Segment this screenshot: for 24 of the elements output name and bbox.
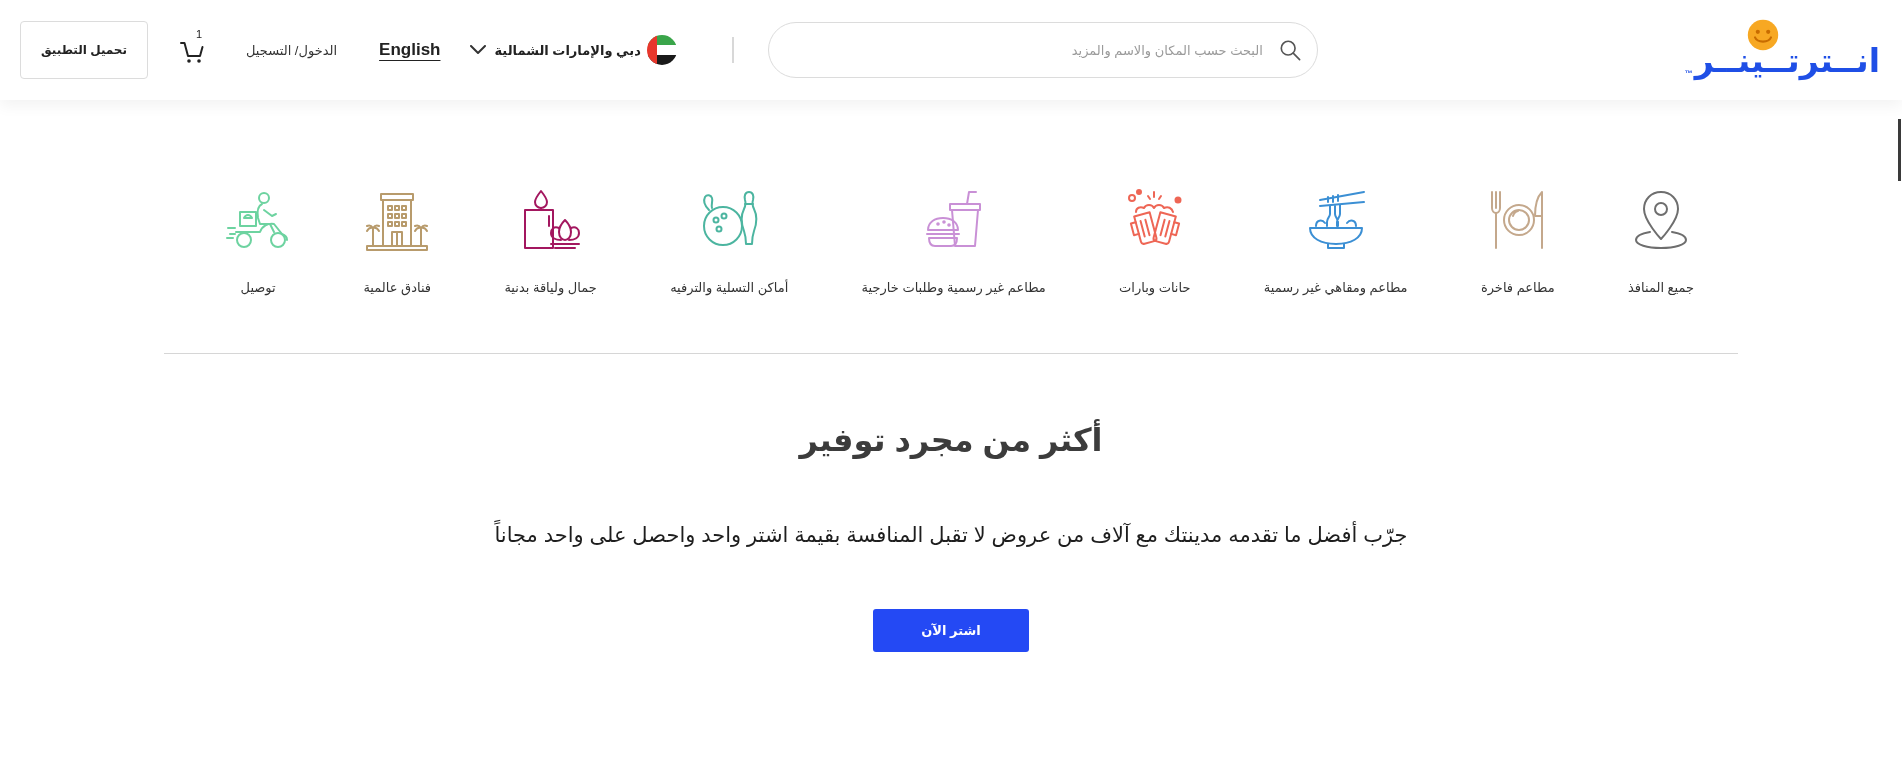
hero-title: أكثر من مجرد توفير xyxy=(799,420,1103,460)
category-link[interactable]: جمال ولياقة بدنية xyxy=(504,188,597,296)
brand-logo[interactable]: انــترتــينــر™ xyxy=(1684,19,1880,81)
flag-icon xyxy=(646,35,677,65)
category-link[interactable]: جميع المنافذ xyxy=(1628,188,1694,296)
category-link[interactable]: أماكن التسلية والترفيه xyxy=(670,188,789,296)
scrollbar-thumb[interactable] xyxy=(1898,119,1901,181)
chevron-down-icon xyxy=(470,45,487,55)
login-link[interactable]: الدخول/ التسجيل xyxy=(246,42,338,58)
cart-icon[interactable] xyxy=(180,40,204,64)
category-link[interactable]: مطاعم ومقاهي غير رسمية xyxy=(1263,188,1408,296)
language-link[interactable]: English xyxy=(379,40,441,60)
category-link[interactable]: فنادق عالمية xyxy=(363,188,432,296)
category-link[interactable]: توصيل xyxy=(226,188,291,296)
category-link[interactable]: حانات وبارات xyxy=(1119,188,1191,296)
cart-count: 1 xyxy=(196,28,203,40)
download-app-button[interactable]: تحميل التطبيق xyxy=(20,21,148,79)
buy-now-button[interactable]: اشتر الآن xyxy=(873,609,1029,652)
search-icon[interactable] xyxy=(1278,39,1301,61)
category-link[interactable]: مطاعم غير رسمية وطلبات خارجية xyxy=(861,188,1046,296)
hero-text: جرّب أفضل ما تقدمه مدينتك مع آلاف من عروض لا تقبل المنافسة بقيمة اشتر واحد واحصل على واحد مجاناً xyxy=(494,520,1408,550)
category-link[interactable]: مطاعم فاخرة xyxy=(1480,188,1555,296)
search-field[interactable]: البحث حسب المكان والاسم والمزيد xyxy=(767,22,1318,78)
location-selector[interactable]: دبي والإمارات الشمالية xyxy=(470,35,677,65)
